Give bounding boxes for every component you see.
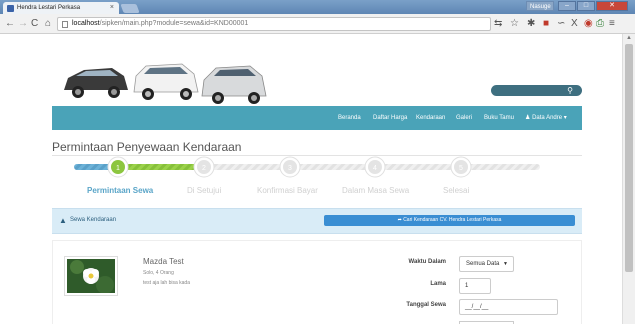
- new-tab-button[interactable]: [120, 4, 140, 13]
- extension-chrome-icon[interactable]: ◉: [584, 18, 593, 30]
- reload-icon[interactable]: C: [31, 18, 38, 30]
- extension-x-icon[interactable]: X: [571, 18, 578, 30]
- nav-user-menu[interactable]: ♟ Data Andre ▾: [525, 106, 567, 130]
- caret-down-icon: ▼: [503, 261, 508, 267]
- scrollbar-thumb[interactable]: [625, 44, 633, 272]
- waktu-select-value: Semua Data: [466, 261, 500, 267]
- extension-gear-icon[interactable]: ✱: [527, 18, 535, 30]
- nav-item-daftar-harga[interactable]: Daftar Harga: [373, 106, 407, 130]
- step-1-number: 1: [116, 165, 120, 172]
- extension-printer-icon[interactable]: ⎙: [596, 18, 604, 30]
- step-label-5: Selesai: [443, 186, 470, 195]
- step-3-number: 3: [288, 165, 292, 172]
- minimize-button[interactable]: –: [558, 1, 576, 11]
- extension-link-icon[interactable]: ∽: [557, 18, 565, 30]
- car-silhouette-3: [201, 65, 267, 104]
- forward-arrow-icon[interactable]: →: [18, 18, 28, 30]
- share-arrow-icon: ➦: [397, 217, 402, 223]
- tab-close-icon[interactable]: ×: [110, 4, 114, 11]
- back-arrow-icon[interactable]: ←: [5, 18, 15, 30]
- browser-tab[interactable]: Hendra Lestari Perkasa ×: [3, 2, 119, 14]
- main-navbar: Beranda Daftar Harga Kendaraan Galeri Bu…: [52, 106, 582, 130]
- step-label-3: Konfirmasi Bayar: [257, 186, 318, 195]
- cari-kendaraan-button[interactable]: ➦ Cari Kendaraan CV. Hendra Lestari Perk…: [324, 215, 575, 226]
- address-bar[interactable]: localhost/sipken/main.php?module=sewa&id…: [57, 17, 491, 31]
- tanggal-sewa-input[interactable]: __/__/__: [459, 299, 558, 315]
- nav-user-label: Data Andre: [532, 115, 563, 121]
- nav-item-buku-tamu[interactable]: Buku Tamu: [484, 106, 514, 130]
- sewa-panel-title: Sewa Kendaraan: [70, 217, 117, 223]
- flower-image: [67, 259, 115, 294]
- step-4: 4: [364, 156, 386, 178]
- profile-badge[interactable]: Nasuge: [526, 1, 554, 11]
- page-icon: [62, 21, 68, 28]
- header-search-box[interactable]: ⚲: [491, 85, 582, 96]
- car-description: test aja lah bisa kada: [143, 280, 190, 286]
- extension-badge-icon[interactable]: ■: [543, 18, 549, 30]
- progress-done: [120, 164, 204, 170]
- car-name: Mazda Test: [143, 257, 184, 266]
- menu-icon[interactable]: ≡: [609, 18, 615, 30]
- page-scrollbar[interactable]: ▲: [622, 34, 635, 324]
- nav-item-kendaraan[interactable]: Kendaraan: [416, 106, 445, 130]
- car-silhouette-1: [64, 68, 128, 98]
- translate-icon[interactable]: ⇆: [494, 18, 502, 30]
- search-icon[interactable]: ⚲: [567, 85, 573, 96]
- step-5-number: 5: [459, 165, 463, 172]
- step-5: 5: [450, 156, 472, 178]
- step-3: 3: [279, 156, 301, 178]
- home-icon[interactable]: ⌂: [45, 18, 51, 30]
- maximize-button[interactable]: □: [577, 1, 595, 11]
- step-label-2: Di Setujui: [187, 186, 222, 195]
- scroll-up-icon[interactable]: ▲: [626, 35, 632, 41]
- user-icon: ♟: [525, 115, 531, 121]
- step-1: 1: [107, 156, 129, 178]
- cari-kendaraan-label: Cari Kendaraan CV. Hendra Lestari Perkas…: [403, 217, 502, 223]
- nav-item-beranda[interactable]: Beranda: [338, 106, 361, 130]
- car-silhouette-2: [133, 63, 199, 100]
- tab-title: Hendra Lestari Perkasa: [17, 5, 81, 11]
- step-label-1: Permintaan Sewa: [87, 186, 154, 195]
- waktu-label: Waktu Dalam: [408, 259, 446, 265]
- lama-label: Lama: [430, 281, 446, 287]
- nav-item-galeri[interactable]: Galeri: [456, 106, 472, 130]
- car-thumbnail: [64, 256, 118, 296]
- star-icon[interactable]: ☆: [510, 18, 519, 30]
- caret-down-icon: ▾: [563, 115, 567, 121]
- header-cars-image: [64, 63, 267, 104]
- url-path: /sipken/main.php?module=sewa&id=KND00001: [99, 20, 249, 27]
- step-label-4: Dalam Masa Sewa: [342, 186, 410, 195]
- url-host: localhost: [72, 20, 100, 27]
- tanggal-label: Tanggal Sewa: [406, 302, 446, 308]
- lama-input[interactable]: 1: [459, 278, 491, 294]
- car-subtitle: Solo, 4 Orang: [143, 270, 174, 276]
- waktu-select[interactable]: Semua Data ▼: [459, 256, 514, 272]
- step-4-number: 4: [373, 165, 377, 172]
- favicon-icon: [7, 5, 14, 12]
- browser-toolbar: ← → C ⌂ localhost/sipken/main.php?module…: [0, 14, 635, 34]
- step-2: 2: [193, 156, 215, 178]
- close-window-button[interactable]: ✕: [596, 1, 628, 11]
- car-icon: ▲: [59, 216, 67, 225]
- step-2-number: 2: [202, 165, 206, 172]
